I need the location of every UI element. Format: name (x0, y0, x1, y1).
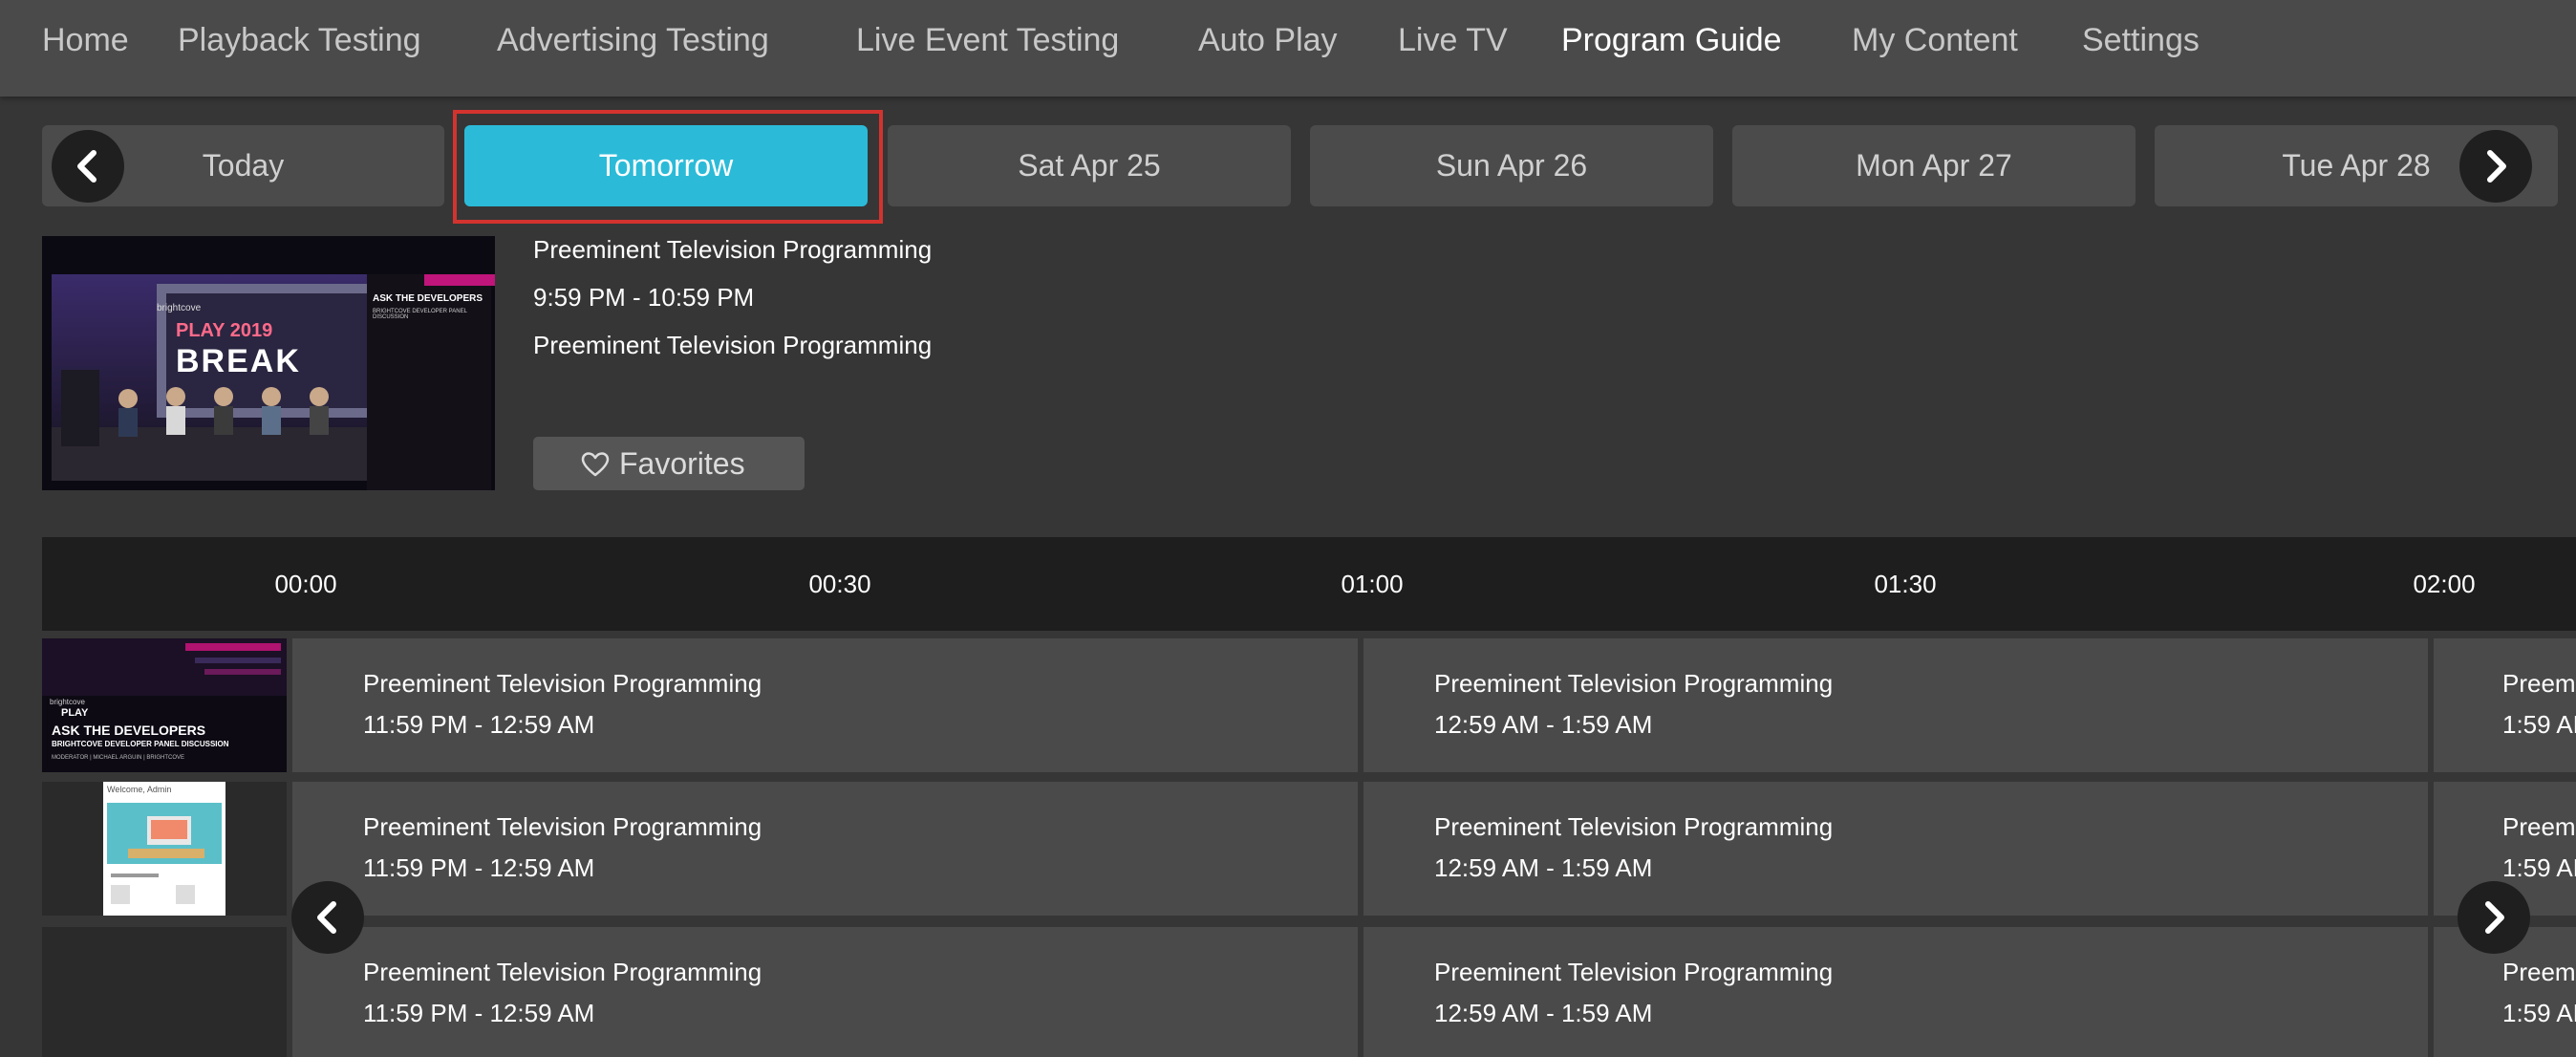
nav-item-my-content[interactable]: My Content (1852, 19, 2018, 61)
date-label: Sun Apr 26 (1435, 148, 1588, 183)
program-cell-title: Preeminent Television Programming (1434, 812, 1834, 841)
time-label: 02:00 (2413, 570, 2476, 598)
program-cell[interactable]: Preeminent Television Programming 11:59 … (292, 782, 1358, 916)
program-cell-title: Preeminent Television Programming (2502, 958, 2576, 986)
program-cell[interactable]: Preeminent Television Programming 11:59 … (292, 638, 1358, 772)
channel-logo-image (42, 782, 287, 916)
program-cell-time: 12:59 AM - 1:59 AM (1434, 999, 1653, 1027)
program-cell-title: Preeminent Television Programming (2502, 812, 2576, 841)
nav-item-home[interactable]: Home (42, 19, 129, 61)
program-cell-title: Preeminent Television Programming (363, 669, 762, 698)
program-cell[interactable]: Preeminent Television Programming 1:59 A… (2434, 638, 2576, 772)
program-cell-time: 1:59 AM - 2:59 AM (2502, 853, 2576, 882)
guide-timeline: 00:00 00:30 01:00 01:30 02:00 (42, 537, 2576, 631)
program-cell-title: Preeminent Television Programming (2502, 669, 2576, 698)
date-label: Mon Apr 27 (1856, 148, 2012, 183)
date-button-mon-apr-27[interactable]: Mon Apr 27 (1732, 125, 2136, 206)
program-cell[interactable]: Preeminent Television Programming 12:59 … (1363, 782, 2428, 916)
nav-item-live-tv[interactable]: Live TV (1398, 19, 1508, 61)
favorites-label: Favorites (619, 446, 745, 481)
nav-item-settings[interactable]: Settings (2082, 19, 2200, 61)
channel-caption: Welcome, Admin (107, 785, 172, 794)
program-cell-time: 1:59 AM - 2:59 AM (2502, 999, 2576, 1027)
chevron-right-icon (2487, 150, 2506, 183)
channel-logo[interactable]: brightcove PLAY ASK THE DEVELOPERS BRIGH… (42, 638, 287, 772)
chevron-left-icon (317, 901, 336, 934)
date-button-sat-apr-25[interactable]: Sat Apr 25 (888, 125, 1291, 206)
program-cell-time: 12:59 AM - 1:59 AM (1434, 853, 1653, 882)
program-cell-title: Preeminent Television Programming (1434, 669, 1834, 698)
channel-logo[interactable]: Welcome, Admin (42, 782, 287, 916)
date-label: Tue Apr 28 (2282, 148, 2431, 183)
program-cell-time: 11:59 PM - 12:59 AM (363, 710, 595, 739)
nav-item-program-guide[interactable]: Program Guide (1561, 19, 1782, 61)
thumbnail-side-title: ASK THE DEVELOPERS (373, 293, 483, 304)
program-thumbnail[interactable]: brightcove PLAY 2019 BREAK ASK THE DEVEL… (42, 236, 495, 490)
thumbnail-brand: brightcove (157, 303, 202, 313)
nav-item-live-event-testing[interactable]: Live Event Testing (856, 19, 1119, 61)
channel-logo-text: PLAY (61, 707, 89, 719)
program-cell[interactable]: Preeminent Television Programming 11:59 … (292, 927, 1358, 1057)
program-cell-time: 11:59 PM - 12:59 AM (363, 999, 595, 1027)
program-cell-time: 1:59 AM - 2:59 AM (2502, 710, 2576, 739)
time-label: 01:00 (1341, 570, 1404, 598)
time-label: 01:30 (1874, 570, 1937, 598)
channel-brand: brightcove (50, 698, 85, 706)
date-label: Tomorrow (598, 148, 734, 183)
program-description: Preeminent Television Programming (533, 331, 933, 359)
thumbnail-side-subtitle: BRIGHTCOVE DEVELOPER PANEL DISCUSSION (373, 309, 467, 320)
date-prev-button[interactable] (52, 130, 124, 203)
program-cell-title: Preeminent Television Programming (363, 958, 762, 986)
favorites-button[interactable]: Favorites (533, 437, 805, 490)
channel-footer: MODERATOR | MICHAEL ARGUIN | BRIGHTCOVE (52, 755, 185, 761)
program-cell-title: Preeminent Television Programming (363, 812, 762, 841)
date-label: Today (202, 148, 285, 183)
program-cell[interactable]: Preeminent Television Programming 12:59 … (1363, 927, 2428, 1057)
chevron-right-icon (2485, 901, 2504, 934)
program-cell[interactable]: Preeminent Television Programming 12:59 … (1363, 638, 2428, 772)
nav-item-playback-testing[interactable]: Playback Testing (178, 19, 421, 61)
date-button-sun-apr-26[interactable]: Sun Apr 26 (1310, 125, 1713, 206)
chevron-left-icon (77, 150, 97, 183)
date-next-button[interactable] (2459, 130, 2532, 203)
program-title: Preeminent Television Programming (533, 235, 933, 264)
date-button-tomorrow[interactable]: Tomorrow (464, 125, 868, 206)
program-time: 9:59 PM - 10:59 PM (533, 283, 755, 312)
top-navigation-bar: Home Playback Testing Advertising Testin… (0, 0, 2576, 97)
channel-subtitle: BRIGHTCOVE DEVELOPER PANEL DISCUSSION (52, 740, 229, 748)
heart-outline-icon (581, 452, 610, 477)
time-label: 00:00 (274, 570, 337, 598)
time-label: 00:30 (808, 570, 871, 598)
grid-next-button[interactable] (2458, 881, 2530, 954)
program-cell-title: Preeminent Television Programming (1434, 958, 1834, 986)
program-cell-time: 12:59 AM - 1:59 AM (1434, 710, 1653, 739)
channel-logo[interactable] (42, 927, 287, 1057)
nav-item-auto-play[interactable]: Auto Play (1198, 19, 1338, 61)
channel-title: ASK THE DEVELOPERS (52, 723, 206, 738)
thumbnail-screen-text: BREAK (176, 343, 301, 379)
grid-prev-button[interactable] (291, 881, 364, 954)
nav-item-advertising-testing[interactable]: Advertising Testing (497, 19, 769, 61)
date-label: Sat Apr 25 (1018, 148, 1161, 183)
program-cell-time: 11:59 PM - 12:59 AM (363, 853, 595, 882)
thumbnail-logo-text: PLAY 2019 (176, 320, 273, 341)
